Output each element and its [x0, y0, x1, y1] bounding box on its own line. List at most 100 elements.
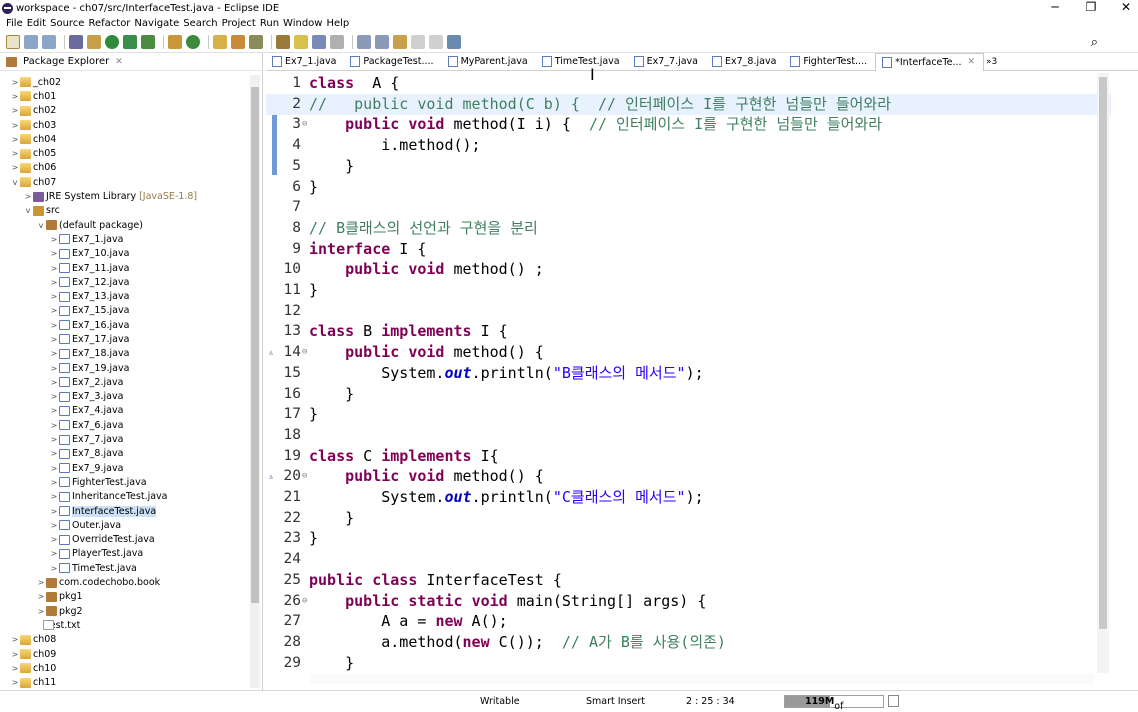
tree-item[interactable]: > Ex7_8.java: [0, 447, 248, 461]
tree-item[interactable]: > Ex7_4.java: [0, 404, 248, 418]
chevron-right-icon[interactable]: >: [49, 435, 59, 444]
external-tools-icon[interactable]: [141, 34, 155, 49]
code-area[interactable]: 1 class A {2 // public void method(C b) { …: [266, 73, 1111, 673]
code-line[interactable]: 7: [266, 197, 1111, 218]
scrollbar-thumb[interactable]: [251, 87, 259, 603]
code-line[interactable]: 2 // public void method(C b) { // 인터페이스 I…: [266, 93, 1111, 115]
code-line[interactable]: 16 }: [266, 384, 1111, 405]
chevron-right-icon[interactable]: >: [49, 378, 59, 387]
code-line[interactable]: 25 public class InterfaceTest {: [266, 570, 1111, 591]
new-java-project-icon[interactable]: [168, 34, 182, 49]
tree-item[interactable]: > Ex7_19.java: [0, 361, 248, 375]
chevron-right-icon[interactable]: >: [23, 192, 33, 201]
fold-toggle-icon[interactable]: ⊖: [302, 342, 307, 363]
chevron-right-icon[interactable]: >: [49, 449, 59, 458]
menu-navigate[interactable]: Navigate: [134, 18, 179, 29]
menu-run[interactable]: Run: [260, 18, 279, 29]
menu-help[interactable]: Help: [326, 18, 349, 29]
chevron-down-icon[interactable]: v: [36, 221, 46, 230]
chevron-right-icon[interactable]: >: [49, 349, 59, 358]
tree-item[interactable]: > JRE System Library [JavaSE-1.8]: [0, 189, 248, 203]
tree-item[interactable]: > ch02: [0, 104, 248, 118]
last-edit-location-icon[interactable]: [393, 34, 407, 49]
back-icon[interactable]: [411, 34, 425, 49]
tree-item[interactable]: > Ex7_12.java: [0, 275, 248, 289]
chevron-right-icon[interactable]: >: [10, 678, 20, 687]
chevron-right-icon[interactable]: >: [49, 521, 59, 530]
tree-item[interactable]: test.txt: [0, 618, 248, 632]
chevron-right-icon[interactable]: >: [49, 549, 59, 558]
editor-tab[interactable]: PackageTest....: [344, 53, 441, 71]
chevron-right-icon[interactable]: >: [49, 478, 59, 487]
tree-item[interactable]: > Ex7_10.java: [0, 247, 248, 261]
chevron-right-icon[interactable]: >: [10, 92, 20, 101]
chevron-right-icon[interactable]: >: [10, 106, 20, 115]
chevron-right-icon[interactable]: >: [10, 121, 20, 130]
chevron-right-icon[interactable]: >: [36, 592, 46, 601]
tree-item[interactable]: > InheritanceTest.java: [0, 490, 248, 504]
tree-item[interactable]: > TimeTest.java: [0, 561, 248, 575]
code-line[interactable]: ▵ 20 ⊖ public void method() {: [266, 466, 1111, 487]
maximize-button[interactable]: ❐: [1073, 0, 1109, 16]
block-selection-icon[interactable]: [312, 34, 326, 49]
code-line[interactable]: 28 a.method(new C()); // A가 B를 사용(의존): [266, 632, 1111, 653]
tree-item[interactable]: > InterfaceTest.java: [0, 504, 248, 518]
code-line[interactable]: 19 class C implements I{: [266, 446, 1111, 467]
tree-item[interactable]: > ch01: [0, 89, 248, 103]
tree-item[interactable]: > ch11: [0, 675, 248, 688]
menu-window[interactable]: Window: [283, 18, 322, 29]
code-line[interactable]: 29 }: [266, 653, 1111, 673]
package-explorer-scrollbar[interactable]: [250, 75, 260, 688]
tree-item[interactable]: > Ex7_11.java: [0, 261, 248, 275]
chevron-right-icon[interactable]: >: [10, 650, 20, 659]
code-line[interactable]: 9 interface I {: [266, 239, 1111, 260]
tree-item[interactable]: > Ex7_9.java: [0, 461, 248, 475]
code-line[interactable]: ▵ 14 ⊖ public void method() {: [266, 342, 1111, 363]
code-line[interactable]: 13 class B implements I {: [266, 321, 1111, 342]
open-type-icon[interactable]: [213, 34, 227, 49]
chevron-down-icon[interactable]: v: [10, 178, 20, 187]
tree-item[interactable]: > ch06: [0, 161, 248, 175]
editor-horizontal-scrollbar[interactable]: [310, 674, 1094, 684]
editor-tab[interactable]: *InterfaceTe... ✕: [875, 52, 985, 71]
chevron-right-icon[interactable]: >: [49, 264, 59, 273]
code-line[interactable]: 1 class A {: [266, 73, 1111, 94]
garbage-collect-icon[interactable]: [888, 695, 899, 707]
code-line[interactable]: 4 i.method();: [266, 135, 1111, 156]
menu-search[interactable]: Search: [183, 18, 217, 29]
chevron-right-icon[interactable]: >: [49, 292, 59, 301]
tree-item[interactable]: > ch03: [0, 118, 248, 132]
chevron-right-icon[interactable]: >: [49, 421, 59, 430]
tree-item[interactable]: > pkg1: [0, 590, 248, 604]
tree-item[interactable]: > Outer.java: [0, 518, 248, 532]
minimize-button[interactable]: ─: [1037, 0, 1073, 16]
code-line[interactable]: 23}: [266, 528, 1111, 549]
tree-item[interactable]: > ch09: [0, 647, 248, 661]
search-icon[interactable]: ⌕: [1091, 35, 1098, 50]
chevron-right-icon[interactable]: >: [49, 235, 59, 244]
tree-item[interactable]: > ch04: [0, 132, 248, 146]
save-all-icon[interactable]: [42, 34, 56, 49]
code-line[interactable]: 8 // B클래스의 선언과 구현을 분리: [266, 218, 1111, 239]
code-line[interactable]: 3 ⊖ public void method(I i) { // 인터페이스 I를…: [266, 114, 1111, 135]
code-line[interactable]: 12: [266, 301, 1111, 322]
tree-item[interactable]: > _ch02: [0, 75, 248, 89]
fold-toggle-icon[interactable]: ⊖: [302, 114, 307, 135]
pin-editor-icon[interactable]: [447, 34, 461, 49]
chevron-right-icon[interactable]: >: [36, 607, 46, 616]
tree-item[interactable]: > Ex7_18.java: [0, 347, 248, 361]
tree-item[interactable]: > ch08: [0, 633, 248, 647]
editor-vertical-scrollbar[interactable]: [1097, 73, 1109, 673]
chevron-right-icon[interactable]: >: [49, 392, 59, 401]
coverage-icon[interactable]: [123, 34, 137, 49]
chevron-right-icon[interactable]: >: [49, 306, 59, 315]
chevron-right-icon[interactable]: >: [10, 163, 20, 172]
new-icon[interactable]: [6, 34, 20, 49]
tree-item[interactable]: > Ex7_2.java: [0, 375, 248, 389]
chevron-right-icon[interactable]: >: [49, 406, 59, 415]
menu-file[interactable]: File: [6, 18, 23, 29]
tree-item[interactable]: > Ex7_16.java: [0, 318, 248, 332]
chevron-right-icon[interactable]: >: [49, 249, 59, 258]
new-class-icon[interactable]: [186, 34, 200, 49]
chevron-right-icon[interactable]: >: [49, 364, 59, 373]
